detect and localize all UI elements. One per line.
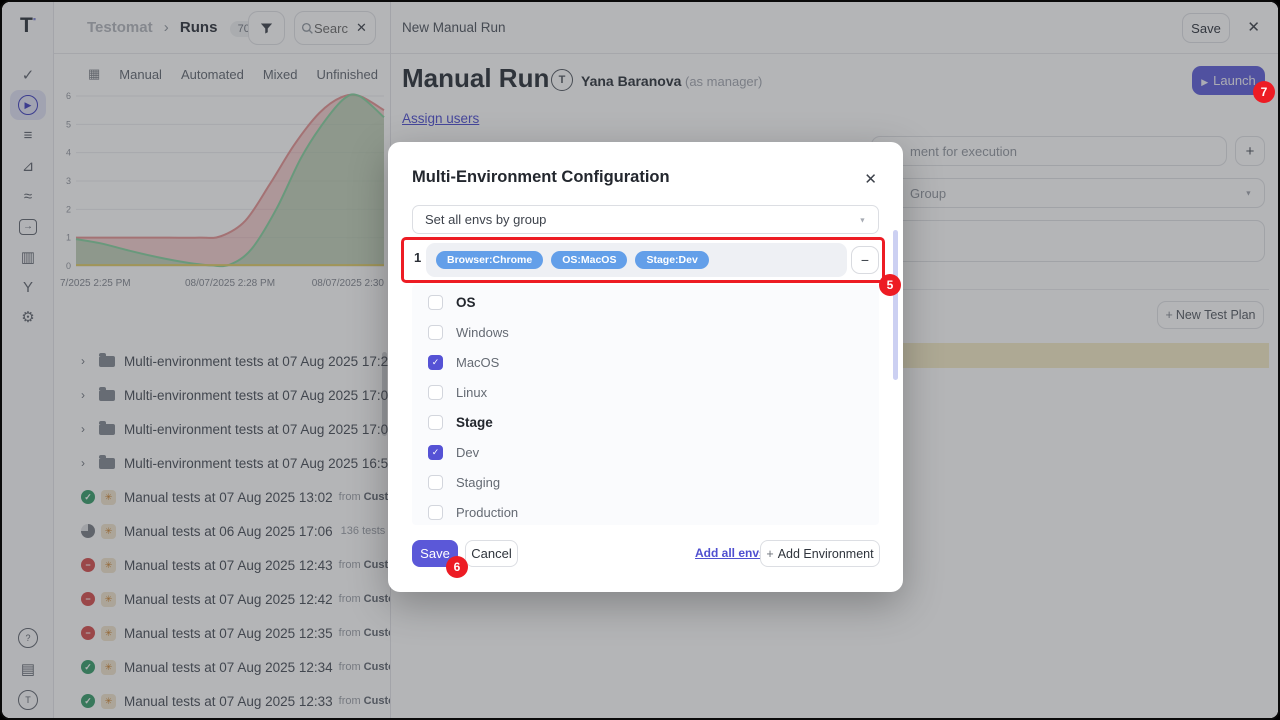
- checkbox[interactable]: [428, 385, 443, 400]
- env-option-row[interactable]: OS: [412, 287, 879, 317]
- env-option-row[interactable]: Staging: [412, 467, 879, 497]
- modal-cancel-button[interactable]: Cancel: [465, 540, 518, 567]
- app-window: T▪ ✓▶≡⊿≈→▥Y⚙ ?▤T Testomat › Runs 70 ✕: [0, 0, 1280, 720]
- checkbox[interactable]: [428, 295, 443, 310]
- env-option-row[interactable]: Production: [412, 497, 879, 527]
- env-option-row[interactable]: ✓ Dev: [412, 437, 879, 467]
- env-option-label: OS: [456, 295, 476, 310]
- modal-list-scrollbar[interactable]: [893, 230, 898, 380]
- checkbox[interactable]: [428, 505, 443, 520]
- chevron-down-icon: ▼: [859, 216, 866, 224]
- add-all-envs-link[interactable]: Add all envs: [695, 546, 766, 560]
- checkbox[interactable]: [428, 415, 443, 430]
- env-option-label: Staging: [456, 475, 500, 490]
- env-option-row[interactable]: ✓ MacOS: [412, 347, 879, 377]
- env-option-label: Production: [456, 505, 518, 520]
- set-envs-by-group-select[interactable]: Set all envs by group ▼: [412, 205, 879, 234]
- annotation-badge-6: 6: [446, 556, 468, 578]
- env-option-label: Dev: [456, 445, 479, 460]
- multi-environment-modal: Multi-Environment Configuration ✕ Set al…: [388, 142, 903, 592]
- env-option-label: Windows: [456, 325, 509, 340]
- checkbox[interactable]: ✓: [428, 355, 443, 370]
- annotation-badge-5: 5: [879, 274, 901, 296]
- env-options-list: OS Windows ✓ MacOS Linux Stage ✓ Dev Staging Prod…: [412, 285, 879, 525]
- annotation-rectangle: [401, 237, 885, 283]
- env-option-row[interactable]: Stage: [412, 407, 879, 437]
- env-option-row[interactable]: Linux: [412, 377, 879, 407]
- env-option-label: MacOS: [456, 355, 499, 370]
- env-option-row[interactable]: Windows: [412, 317, 879, 347]
- annotation-badge-7: 7: [1253, 81, 1275, 103]
- env-option-label: Linux: [456, 385, 487, 400]
- modal-title: Multi-Environment Configuration: [412, 168, 670, 187]
- modal-close-icon[interactable]: ✕: [864, 170, 877, 188]
- checkbox[interactable]: [428, 325, 443, 340]
- add-environment-button[interactable]: +Add Environment: [760, 540, 880, 567]
- checkbox[interactable]: [428, 475, 443, 490]
- env-option-label: Stage: [456, 415, 493, 430]
- checkbox[interactable]: ✓: [428, 445, 443, 460]
